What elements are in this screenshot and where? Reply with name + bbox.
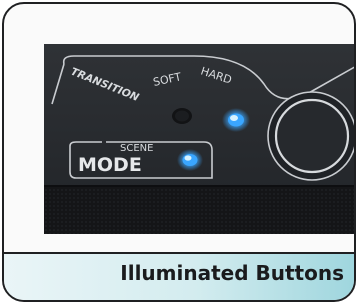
hard-led-button[interactable] (222, 108, 250, 132)
scene-led-button[interactable] (177, 149, 203, 171)
scene-label: SCENE (120, 143, 153, 154)
mode-label: MODE (78, 154, 142, 176)
photo-panel: TRANSITION SOFT HARD SCENE MODE (44, 44, 356, 234)
transition-knob[interactable] (267, 91, 356, 181)
caption-title: Illuminated Buttons (120, 261, 344, 285)
soft-led-button[interactable] (172, 108, 192, 124)
caption-bar: Illuminated Buttons (4, 252, 354, 300)
grille-area (44, 186, 354, 234)
card-frame: TRANSITION SOFT HARD SCENE MODE Illumina… (2, 2, 356, 302)
